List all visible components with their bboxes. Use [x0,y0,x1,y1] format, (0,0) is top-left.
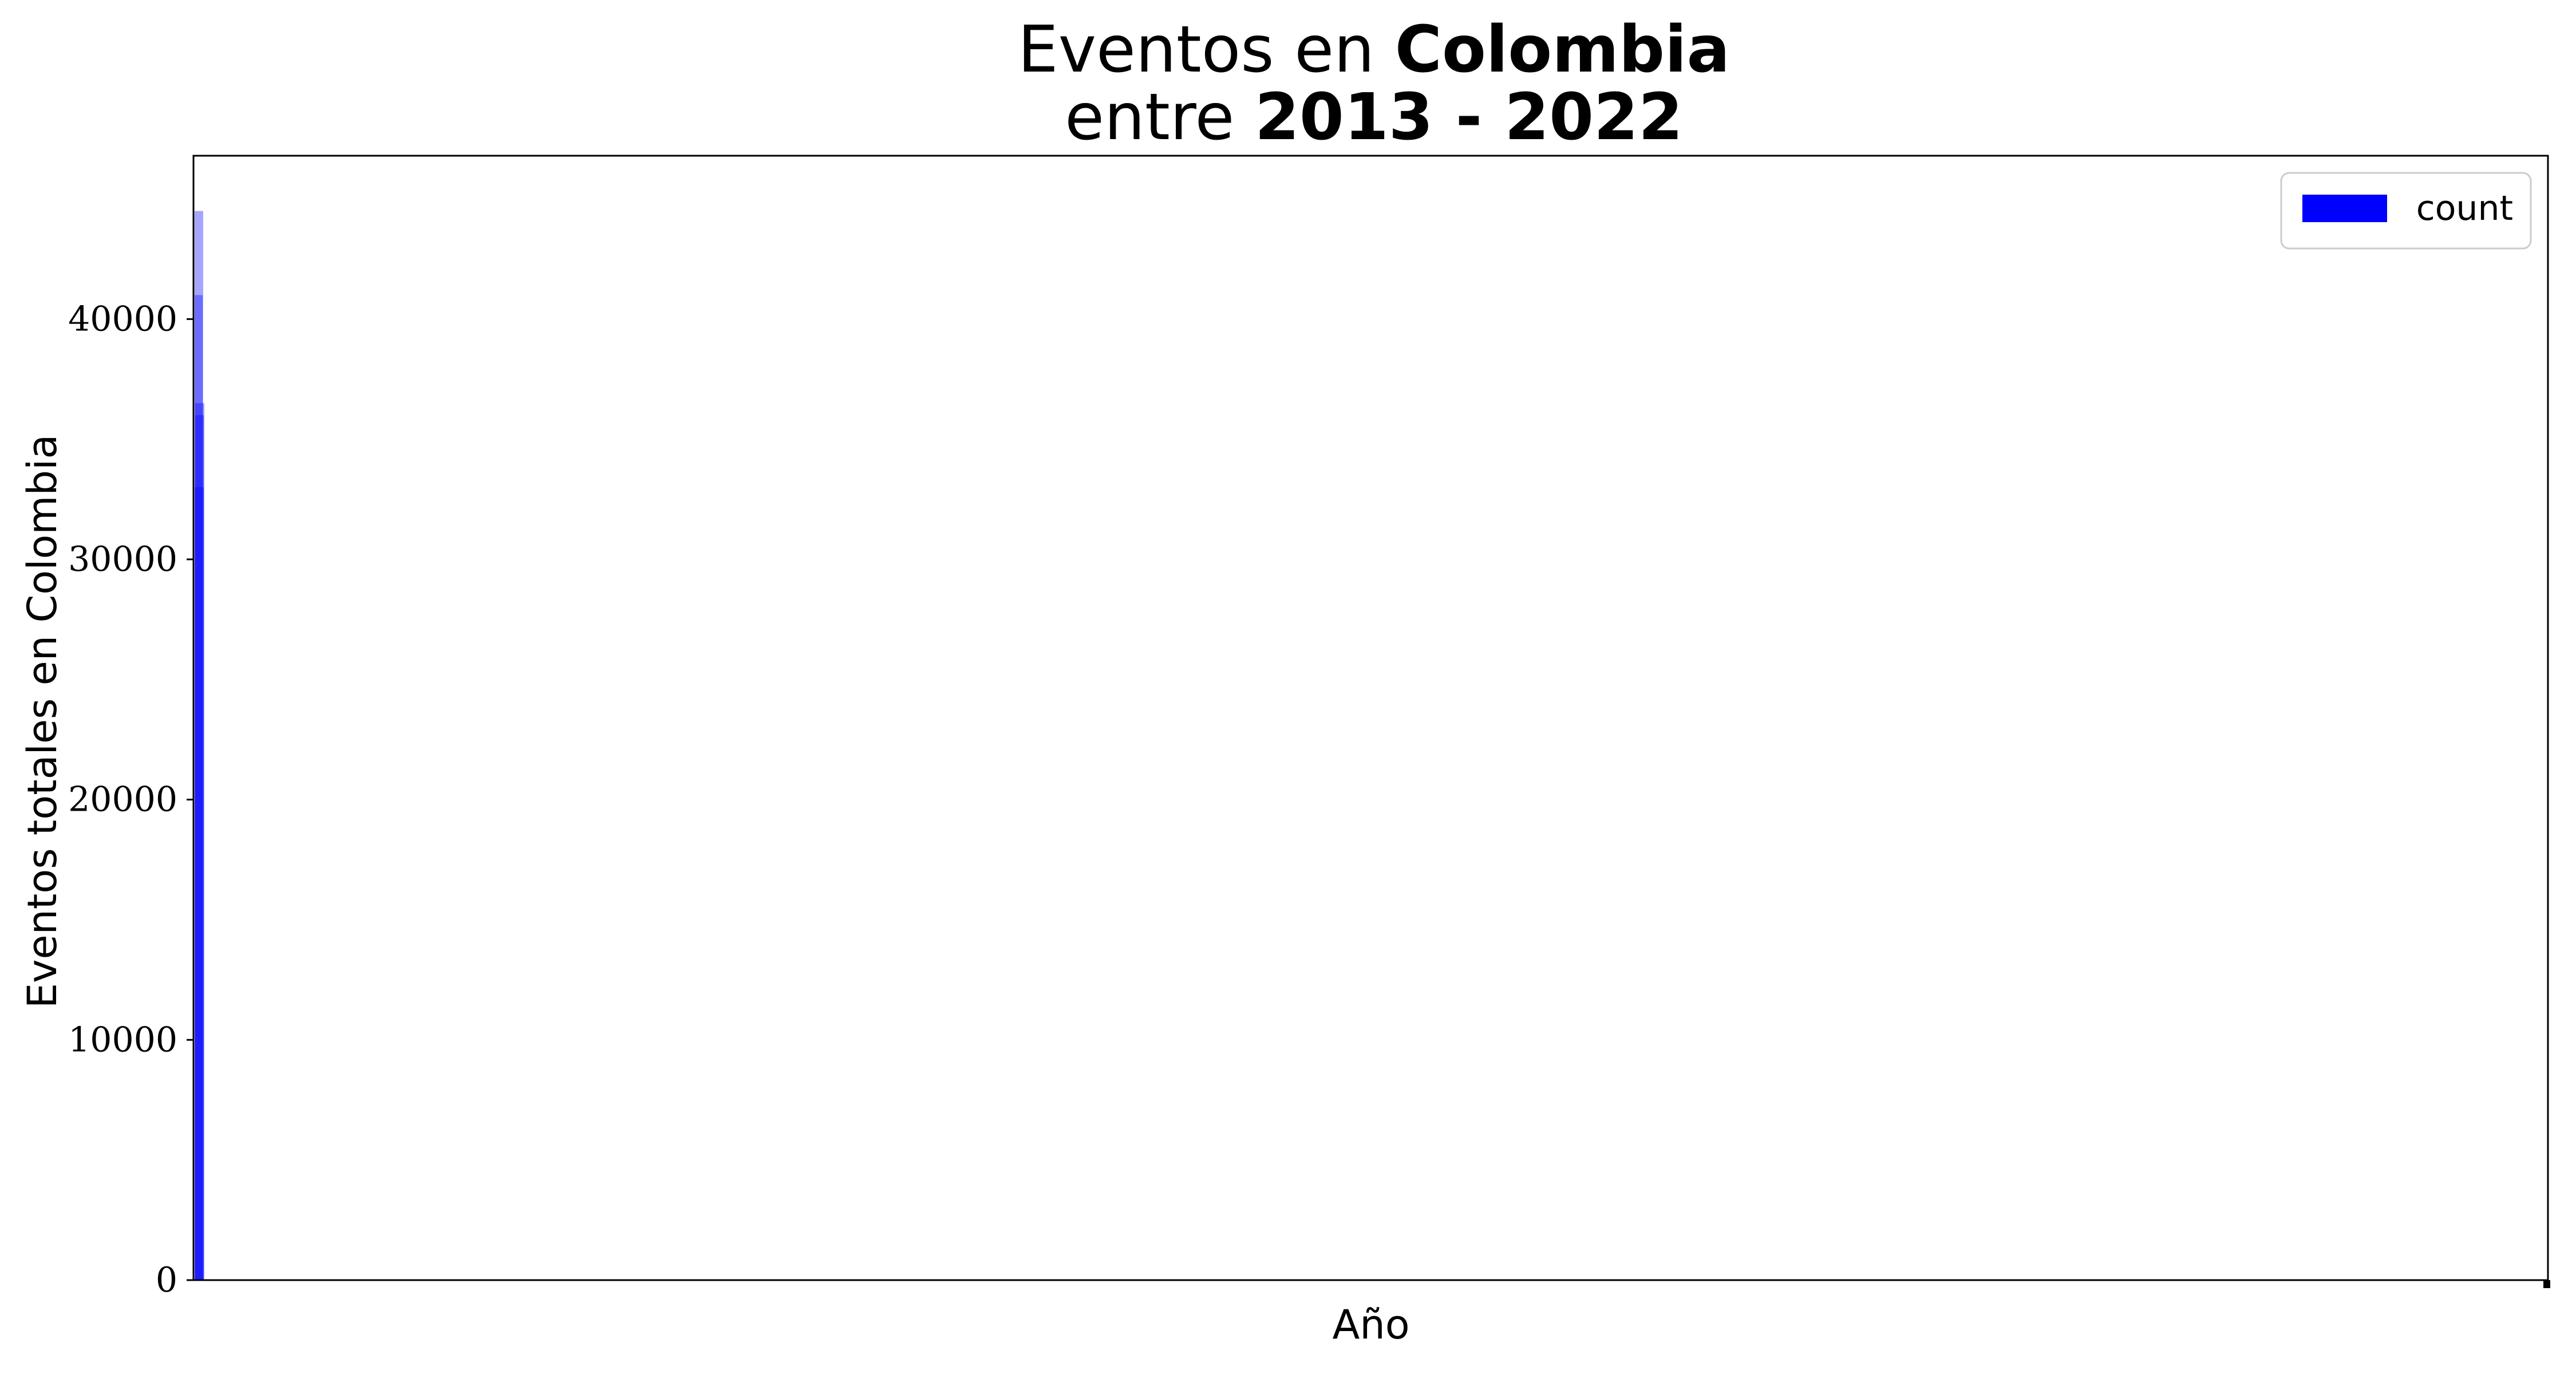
legend-swatch [2302,195,2387,222]
legend-label: count [2416,188,2513,228]
y-tick-label: 0 [156,1260,177,1300]
y-tick-label: 10000 [68,1020,177,1060]
x-axis-tick-mark [2543,1280,2550,1288]
bar [195,211,203,1280]
bars [195,211,204,1281]
chart-title-line-2: entre 2013 - 2022 [1065,80,1683,155]
x-axis-label: Año [1332,1301,1409,1348]
legend: count [2280,172,2532,250]
y-tick-label: 20000 [68,780,177,820]
y-tick-label: 40000 [68,299,177,339]
y-axis-label: Eventos totales en Colombia [19,435,66,1009]
chart-background [0,0,2576,1374]
chart-title-line-1: Eventos en Colombia [1018,13,1730,87]
chart: Eventos en Colombia entre 2013 - 2022 0 1… [0,0,2576,1374]
y-tick-label: 30000 [68,539,177,579]
